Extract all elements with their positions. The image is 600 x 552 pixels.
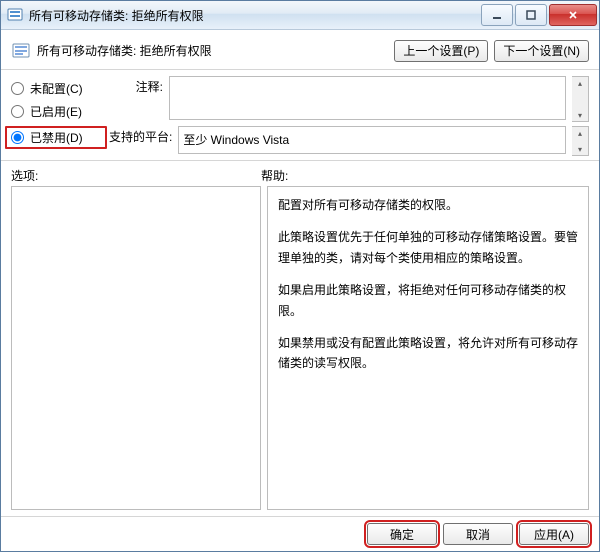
comment-row: 注释: ▴ ▾	[109, 76, 589, 122]
close-button[interactable]	[549, 4, 597, 26]
apply-button[interactable]: 应用(A)	[519, 523, 589, 545]
platform-label: 支持的平台:	[109, 126, 172, 145]
comment-label: 注释:	[109, 76, 163, 95]
comment-textarea[interactable]	[169, 76, 566, 120]
titlebar: 所有可移动存储类: 拒绝所有权限	[1, 1, 599, 30]
prev-setting-button[interactable]: 上一个设置(P)	[394, 40, 488, 62]
radio-not-configured-input[interactable]	[11, 82, 24, 95]
panes-row: 配置对所有可移动存储类的权限。 此策略设置优先于任何单独的可移动存储策略设置。要…	[1, 186, 599, 516]
window-controls	[479, 4, 597, 26]
radio-enabled-input[interactable]	[11, 105, 24, 118]
help-pane: 配置对所有可移动存储类的权限。 此策略设置优先于任何单独的可移动存储策略设置。要…	[267, 186, 589, 510]
radio-group: 未配置(C) 已启用(E) 已禁用(D)	[11, 76, 101, 156]
radio-not-configured-label: 未配置(C)	[30, 80, 83, 97]
comment-scrollbar[interactable]: ▴ ▾	[572, 76, 589, 122]
policy-icon	[11, 41, 31, 61]
help-paragraph: 配置对所有可移动存储类的权限。	[278, 195, 578, 215]
options-label: 选项:	[11, 167, 261, 184]
help-paragraph: 如果启用此策略设置，将拒绝对任何可移动存储类的权限。	[278, 280, 578, 321]
ok-button[interactable]: 确定	[367, 523, 437, 545]
header-row: 所有可移动存储类: 拒绝所有权限 上一个设置(P) 下一个设置(N)	[1, 30, 599, 70]
header-title: 所有可移动存储类: 拒绝所有权限	[37, 42, 394, 59]
scroll-up-icon[interactable]: ▴	[572, 127, 588, 139]
options-pane	[11, 186, 261, 510]
radio-disabled-label: 已禁用(D)	[30, 129, 83, 146]
next-setting-button[interactable]: 下一个设置(N)	[494, 40, 589, 62]
maximize-button[interactable]	[515, 4, 547, 26]
footer-buttons: 确定 取消 应用(A)	[1, 516, 599, 551]
radio-enabled[interactable]: 已启用(E)	[11, 103, 101, 120]
scroll-up-icon[interactable]: ▴	[572, 77, 588, 89]
config-area: 未配置(C) 已启用(E) 已禁用(D) 注释: ▴ ▾ 支持的平台:	[1, 70, 599, 161]
scroll-down-icon[interactable]: ▾	[572, 109, 588, 121]
help-paragraph: 此策略设置优先于任何单独的可移动存储策略设置。要管理单独的类，请对每个类使用相应…	[278, 227, 578, 268]
help-paragraph: 如果禁用或没有配置此策略设置，将允许对所有可移动存储类的读写权限。	[278, 333, 578, 374]
platform-scrollbar[interactable]: ▴ ▾	[572, 126, 589, 156]
radio-disabled[interactable]: 已禁用(D)	[5, 126, 107, 149]
radio-enabled-label: 已启用(E)	[30, 103, 82, 120]
radio-not-configured[interactable]: 未配置(C)	[11, 80, 101, 97]
radio-disabled-input[interactable]	[11, 131, 24, 144]
minimize-button[interactable]	[481, 4, 513, 26]
dialog-window: 所有可移动存储类: 拒绝所有权限 所有可移动存储类: 拒绝所有权限 上一	[0, 0, 600, 552]
scroll-down-icon[interactable]: ▾	[572, 143, 588, 155]
help-label: 帮助:	[261, 167, 589, 184]
window-title: 所有可移动存储类: 拒绝所有权限	[29, 7, 479, 24]
platform-row: 支持的平台: 至少 Windows Vista ▴ ▾	[109, 126, 589, 156]
section-labels: 选项: 帮助:	[1, 161, 599, 186]
cancel-button[interactable]: 取消	[443, 523, 513, 545]
platform-value: 至少 Windows Vista	[178, 126, 566, 154]
app-icon	[7, 7, 23, 23]
